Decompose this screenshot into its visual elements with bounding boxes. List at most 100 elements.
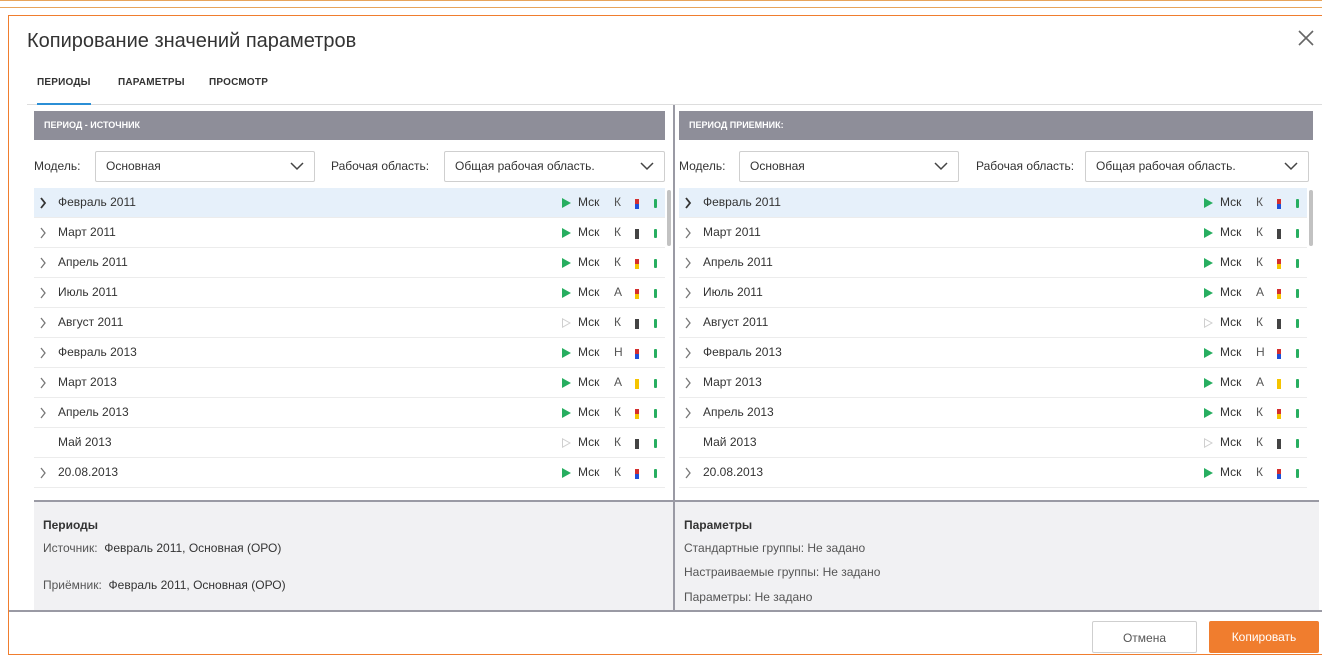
period-name: Август 2011: [58, 315, 124, 329]
status-flag-icon: [635, 259, 639, 269]
source-workspace-select[interactable]: Общая рабочая область.: [444, 151, 665, 182]
active-indicator: [1296, 199, 1299, 208]
chevron-right-icon[interactable]: [38, 308, 48, 338]
periods-summary-heading: Периоды: [43, 518, 99, 532]
source-workspace-label: Рабочая область:: [331, 159, 430, 173]
status-letter: Н: [1256, 345, 1265, 359]
timezone-label: Мск: [578, 195, 600, 209]
chevron-right-icon[interactable]: [38, 188, 48, 218]
timezone-label: Мск: [1220, 285, 1242, 299]
play-icon: [562, 198, 571, 208]
play-icon: [562, 318, 571, 328]
status-letter: К: [1256, 195, 1263, 209]
period-row[interactable]: Март 2013 Мск А: [679, 368, 1307, 398]
period-row[interactable]: Апрель 2013 Мск К: [679, 398, 1307, 428]
parameters-summary-heading: Параметры: [684, 518, 753, 532]
cancel-button[interactable]: Отмена: [1092, 621, 1197, 653]
status-letter: К: [614, 435, 621, 449]
chevron-right-icon[interactable]: [683, 368, 693, 398]
chevron-right-icon[interactable]: [683, 248, 693, 278]
period-name: Июль 2011: [703, 285, 763, 299]
period-row[interactable]: Август 2011 Мск К: [34, 308, 665, 338]
tab-parameters[interactable]: ПАРАМЕТРЫ: [118, 77, 185, 88]
play-icon: [1204, 288, 1213, 298]
period-row[interactable]: Май 2013 Мск К: [679, 428, 1307, 458]
target-workspace-select[interactable]: Общая рабочая область.: [1085, 151, 1309, 182]
period-row[interactable]: Февраль 2013 Мск Н: [34, 338, 665, 368]
summary-custom-groups: Настраиваемые группы: Не задано: [684, 565, 881, 579]
period-row[interactable]: 20.08.2013 Мск К: [34, 458, 665, 488]
play-icon: [1204, 438, 1213, 448]
chevron-right-icon[interactable]: [38, 218, 48, 248]
period-row[interactable]: Апрель 2013 Мск К: [34, 398, 665, 428]
status-letter: К: [614, 315, 621, 329]
tab-periods[interactable]: ПЕРИОДЫ: [37, 77, 91, 105]
period-row[interactable]: Апрель 2011 Мск К: [679, 248, 1307, 278]
chevron-right-icon[interactable]: [38, 248, 48, 278]
active-indicator: [1296, 469, 1299, 478]
period-row[interactable]: Август 2011 Мск К: [679, 308, 1307, 338]
period-row[interactable]: Май 2013 Мск К: [34, 428, 665, 458]
play-icon: [1204, 348, 1213, 358]
period-row[interactable]: Июль 2011 Мск А: [34, 278, 665, 308]
timezone-label: Мск: [578, 315, 600, 329]
status-letter: К: [614, 255, 621, 269]
play-icon: [562, 468, 571, 478]
target-model-select[interactable]: Основная: [739, 151, 959, 182]
source-model-select[interactable]: Основная: [95, 151, 315, 182]
timezone-label: Мск: [1220, 195, 1242, 209]
period-row[interactable]: Март 2013 Мск А: [34, 368, 665, 398]
summary-target-label: Приёмник:: [43, 578, 102, 592]
source-list-scrollbar[interactable]: [667, 190, 671, 246]
chevron-right-icon[interactable]: [683, 278, 693, 308]
chevron-right-icon[interactable]: [683, 398, 693, 428]
status-flag-icon: [1277, 379, 1281, 389]
timezone-label: Мск: [1220, 345, 1242, 359]
status-letter: К: [1256, 225, 1263, 239]
chevron-right-icon[interactable]: [38, 458, 48, 488]
chevron-right-icon[interactable]: [683, 458, 693, 488]
chevron-down-icon: [934, 162, 948, 171]
period-name: Июль 2011: [58, 285, 118, 299]
close-icon[interactable]: [1294, 26, 1318, 50]
chevron-right-icon[interactable]: [38, 398, 48, 428]
chevron-right-icon[interactable]: [683, 308, 693, 338]
chevron-right-icon[interactable]: [38, 278, 48, 308]
period-row[interactable]: Март 2011 Мск К: [679, 218, 1307, 248]
period-row[interactable]: Июль 2011 Мск А: [679, 278, 1307, 308]
play-icon: [562, 408, 571, 418]
play-icon: [562, 438, 571, 448]
play-icon: [562, 258, 571, 268]
timezone-label: Мск: [578, 285, 600, 299]
active-indicator: [1296, 319, 1299, 328]
chevron-right-icon[interactable]: [38, 368, 48, 398]
active-indicator: [654, 319, 657, 328]
period-row[interactable]: Февраль 2011 Мск К: [34, 188, 665, 218]
status-letter: А: [1256, 375, 1265, 389]
copy-button[interactable]: Копировать: [1209, 621, 1319, 653]
period-row[interactable]: 20.08.2013 Мск К: [679, 458, 1307, 488]
status-flag-icon: [635, 349, 639, 359]
period-row[interactable]: Март 2011 Мск К: [34, 218, 665, 248]
chevron-right-icon[interactable]: [683, 218, 693, 248]
status-letter: К: [1256, 255, 1263, 269]
source-model-value: Основная: [106, 159, 161, 173]
chevron-down-icon: [640, 162, 654, 171]
period-row[interactable]: Апрель 2011 Мск К: [34, 248, 665, 278]
status-flag-icon: [1277, 319, 1281, 329]
period-name: Февраль 2011: [703, 195, 781, 209]
status-letter: К: [614, 405, 621, 419]
period-name: Апрель 2011: [703, 255, 773, 269]
chevron-right-icon[interactable]: [683, 188, 693, 218]
period-row[interactable]: Февраль 2011 Мск К: [679, 188, 1307, 218]
chevron-right-icon[interactable]: [38, 338, 48, 368]
tab-preview[interactable]: ПРОСМОТР: [209, 77, 268, 88]
status-letter: А: [1256, 285, 1265, 299]
period-name: Май 2013: [58, 435, 112, 449]
chevron-right-icon[interactable]: [683, 338, 693, 368]
timezone-label: Мск: [1220, 405, 1242, 419]
period-row[interactable]: Февраль 2013 Мск Н: [679, 338, 1307, 368]
timezone-label: Мск: [1220, 375, 1242, 389]
target-list-scrollbar[interactable]: [1309, 190, 1313, 246]
period-name: Март 2011: [58, 225, 116, 239]
